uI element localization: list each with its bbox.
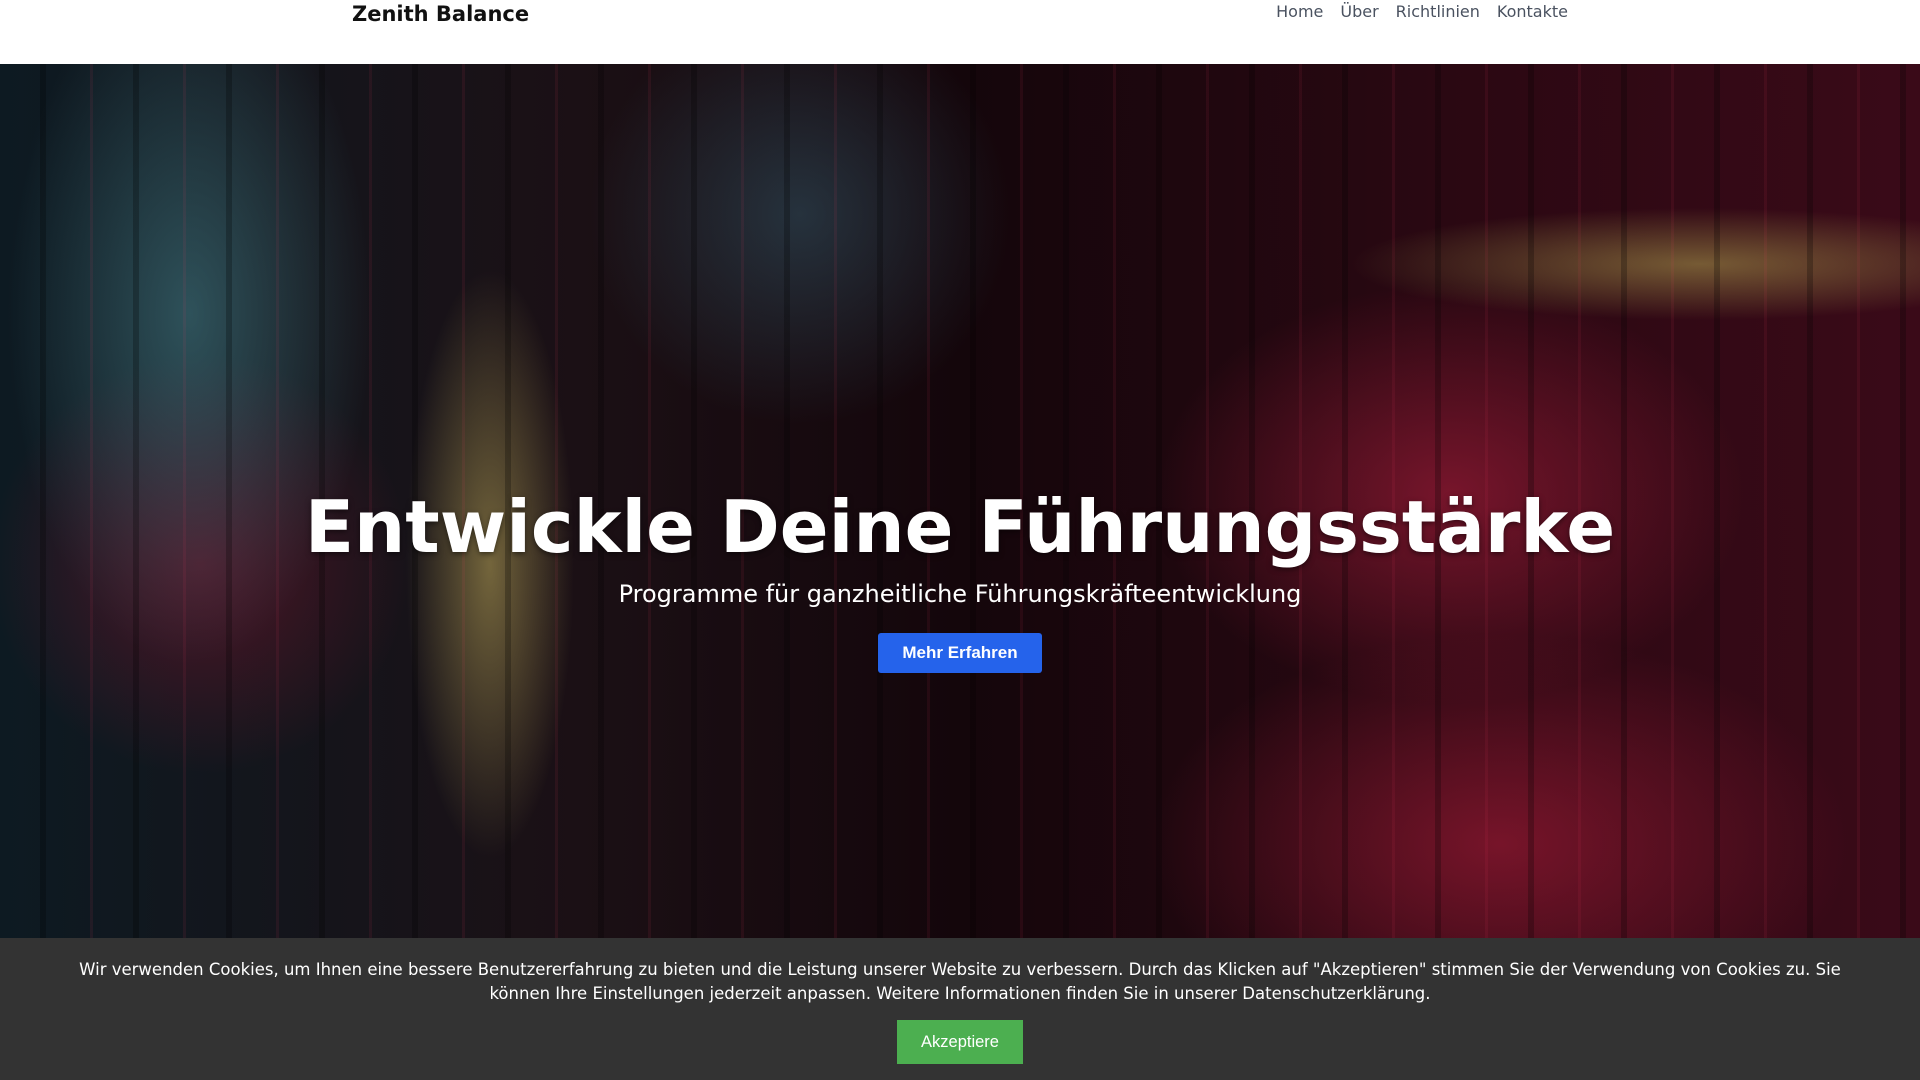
cookie-banner: Wir verwenden Cookies, um Ihnen eine bes… — [0, 938, 1920, 1080]
hero-content: Entwickle Deine Führungsstärke Programme… — [0, 484, 1920, 674]
nav-policies[interactable]: Richtlinien — [1396, 2, 1480, 21]
main-nav: Home Über Richtlinien Kontakte — [1276, 2, 1568, 21]
learn-more-button[interactable]: Mehr Erfahren — [878, 633, 1042, 674]
hero-section: Entwickle Deine Führungsstärke Programme… — [0, 64, 1920, 938]
nav-home[interactable]: Home — [1276, 2, 1323, 21]
site-header: Zenith Balance Home Über Richtlinien Kon… — [0, 0, 1920, 64]
nav-contacts[interactable]: Kontakte — [1497, 2, 1568, 21]
accept-cookies-button[interactable]: Akzeptiere — [897, 1020, 1023, 1064]
hero-title: Entwickle Deine Führungsstärke — [304, 485, 1616, 569]
hero-subtitle: Programme für ganzheitliche Führungskräf… — [618, 580, 1302, 609]
nav-about[interactable]: Über — [1340, 2, 1378, 21]
brand-logo[interactable]: Zenith Balance — [352, 2, 529, 26]
cookie-text: Wir verwenden Cookies, um Ihnen eine bes… — [79, 960, 1841, 1003]
